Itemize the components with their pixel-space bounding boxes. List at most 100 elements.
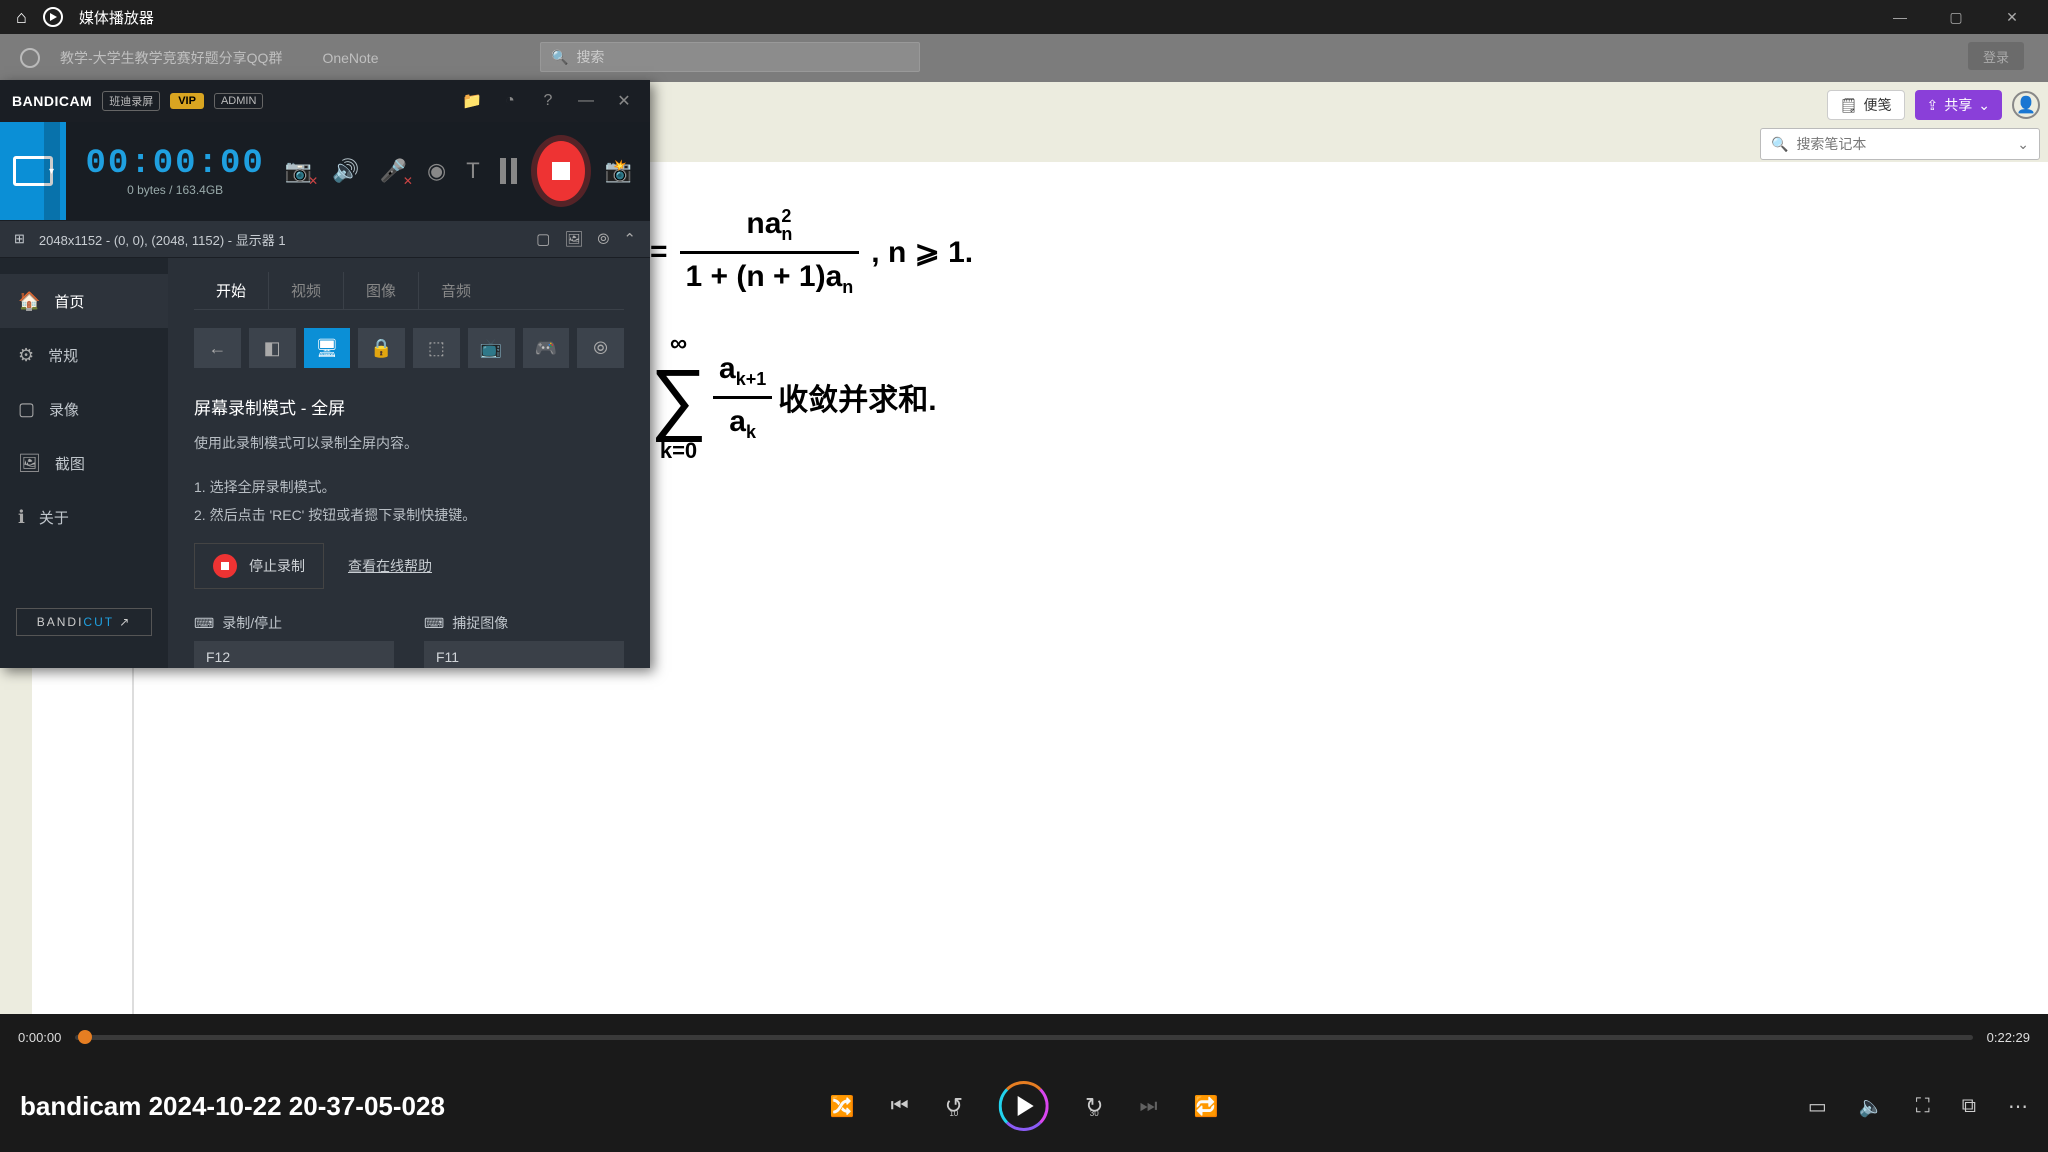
play-button[interactable] [999,1081,1049,1131]
bandicam-logo: BANDICAM [12,93,92,109]
sidebar-item-video[interactable]: ▢ 录像 [0,382,168,436]
sidebar-item-general[interactable]: ⚙ 常规 [0,328,168,382]
more-icon[interactable]: ⋯ [2008,1094,2028,1119]
sidebar-item-image[interactable]: 🖼 截图 [0,436,168,490]
window-minimize-icon[interactable]: — [1880,9,1920,25]
mode-dropdown-icon[interactable]: ▾ [44,122,60,220]
search-icon: 🔍 [1771,136,1788,153]
mouse-effect-icon[interactable]: ◉ [427,158,446,184]
subtitle-icon[interactable]: ▭ [1808,1094,1827,1119]
speaker-icon[interactable]: 🔊 [332,158,359,184]
progress-bar[interactable] [75,1035,1972,1040]
skip-forward-button[interactable]: ↻30 [1085,1093,1103,1119]
previous-track-icon[interactable]: ⏮ [891,1095,909,1118]
shuffle-icon[interactable]: 🔀 [830,1094,855,1119]
share-button-label: 共享 [1944,95,1972,115]
stop-button-label: 停止录制 [249,556,305,576]
record-stop-button[interactable] [537,141,585,201]
hotkey-record-value[interactable]: F12 [194,641,394,668]
help-icon[interactable]: ? [534,92,562,110]
microphone-icon[interactable]: 🎤✕ [380,158,407,184]
mini-player-icon[interactable]: ⧉ [1962,1095,1976,1118]
mode-game-button[interactable]: 🎮 [523,328,570,368]
math-line-2: ∞ ∑ k=0 ak+1 ak 收敛并求和. [650,330,973,464]
math-line-1: = na2n 1 + (n + 1)an , n ⩾ 1. [650,204,973,300]
timer-icon[interactable]: ◔ [496,92,524,110]
text-overlay-icon[interactable]: T [466,158,479,184]
broadcast-icon[interactable]: ⦾ [597,231,609,248]
bandicam-statusbar: ⊞ 2048x1152 - (0, 0), (2048, 1152) - 显示器… [0,220,650,258]
hotkey-capture-label: ⌨ 捕捉图像 [424,613,624,633]
screenshot-icon[interactable]: 📸 [605,158,632,184]
mode-description: 使用此录制模式可以录制全屏内容。 [194,433,624,453]
bg-search-placeholder: 搜索 [576,47,604,67]
current-time: 0:00:00 [18,1030,61,1045]
folder-icon[interactable]: 📁 [458,91,486,111]
repeat-icon[interactable]: 🔁 [1193,1094,1218,1119]
mode-device-button[interactable]: 📺 [468,328,515,368]
mode-fullscreen-button[interactable]: 🖥 [304,328,351,368]
tab-video[interactable]: 视频 [269,272,344,309]
tab-audio[interactable]: 音频 [419,272,493,309]
mode-window-button[interactable]: 🔒 [358,328,405,368]
bg-search-box: 🔍 搜索 [540,42,920,72]
media-player-controls: 0:00:00 0:22:29 bandicam 2024-10-22 20-3… [0,1014,2048,1152]
mode-audio-button[interactable]: ⦾ [577,328,624,368]
chevron-down-icon: ⌄ [1978,97,1990,114]
next-track-icon[interactable]: ⏭ [1139,1095,1157,1118]
media-app-icon [43,7,63,27]
online-help-link[interactable]: 查看在线帮助 [348,556,432,576]
media-title: bandicam 2024-10-22 20-37-05-028 [20,1091,445,1122]
bandicam-toolbar: ▾ 00:00:00 0 bytes / 163.4GB 📷✕ 🔊 🎤✕ ◉ T… [0,122,650,220]
grid-icon[interactable]: ⊞ [14,231,25,247]
bandicam-close-icon[interactable]: ✕ [610,91,638,111]
mode-step-1: 1. 选择全屏录制模式。 [194,477,624,497]
account-icon[interactable]: 👤 [2012,91,2040,119]
stop-recording-button[interactable]: 停止录制 [194,543,324,589]
home-icon[interactable]: ⌂ [16,7,27,28]
sticky-note-button[interactable]: 🗒 便笺 [1827,90,1905,120]
bandicam-tabs: 开始 视频 图像 音频 [194,272,624,310]
bandicam-titlebar: BANDICAM 班迪录屏 VIP ADMIN 📁 ◔ ? — ✕ [0,80,650,122]
record-mode-row: ← ◧ 🖥 🔒 ⬚ 📺 🎮 ⦾ [194,328,624,368]
recording-size: 0 bytes / 163.4GB [127,183,223,197]
tab-start[interactable]: 开始 [194,272,269,309]
mode-area-button[interactable]: ⬚ [413,328,460,368]
math-content: = na2n 1 + (n + 1)an , n ⩾ 1. ∞ ∑ k=0 ak… [650,204,973,464]
mode-rectangle-button[interactable]: ◧ [249,328,296,368]
admin-badge: ADMIN [214,93,263,109]
window-close-icon[interactable]: ✕ [1992,9,2032,26]
progress-thumb[interactable] [78,1030,92,1044]
fullscreen-icon[interactable]: ⛶ [1916,1095,1930,1118]
volume-icon[interactable]: 🔈 [1859,1094,1884,1119]
notebook-search-placeholder: 搜索笔记本 [1796,134,1866,154]
bg-tab-1: 教学-大学生教学竞赛好题分享QQ群 [60,48,282,68]
app-titlebar: ⌂ 媒体播放器 — ▢ ✕ [0,0,2048,34]
sidebar-item-home[interactable]: 🏠 首页 [0,274,168,328]
record-mode-button[interactable]: ▾ [0,122,66,220]
bandicam-minimize-icon[interactable]: — [572,92,600,110]
video-icon: ▢ [18,399,35,420]
notebook-search[interactable]: 🔍 搜索笔记本 ⌄ [1760,128,2040,160]
sidebar-item-about[interactable]: ℹ 关于 [0,490,168,544]
bandicam-window: BANDICAM 班迪录屏 VIP ADMIN 📁 ◔ ? — ✕ ▾ 00:0… [0,80,650,668]
bandicut-link[interactable]: BANDICUT ↗ [16,608,152,636]
video-record-icon[interactable]: ▢ [536,230,550,248]
share-button[interactable]: ⇪ 共享 ⌄ [1915,90,2002,120]
pause-button[interactable] [500,158,517,184]
hotkey-capture-value[interactable]: F11 [424,641,624,668]
skip-back-button[interactable]: ↺10 [945,1093,963,1119]
image-icon: 🖼 [18,453,41,474]
image-icon[interactable]: 🖼 [564,230,583,248]
mode-back-button[interactable]: ← [194,328,241,368]
vip-badge: VIP [170,93,204,109]
collapse-icon[interactable]: ⌃ [623,230,636,248]
info-icon: ℹ [18,507,25,528]
total-time: 0:22:29 [1987,1030,2030,1045]
tab-image[interactable]: 图像 [344,272,419,309]
note-icon: 🗒 [1840,97,1858,114]
window-maximize-icon[interactable]: ▢ [1936,9,1976,26]
webcam-icon[interactable]: 📷✕ [285,158,312,184]
onenote-toolbar: 🗒 便笺 ⇪ 共享 ⌄ 👤 [1827,90,2040,120]
chevron-down-icon[interactable]: ⌄ [2017,136,2029,153]
